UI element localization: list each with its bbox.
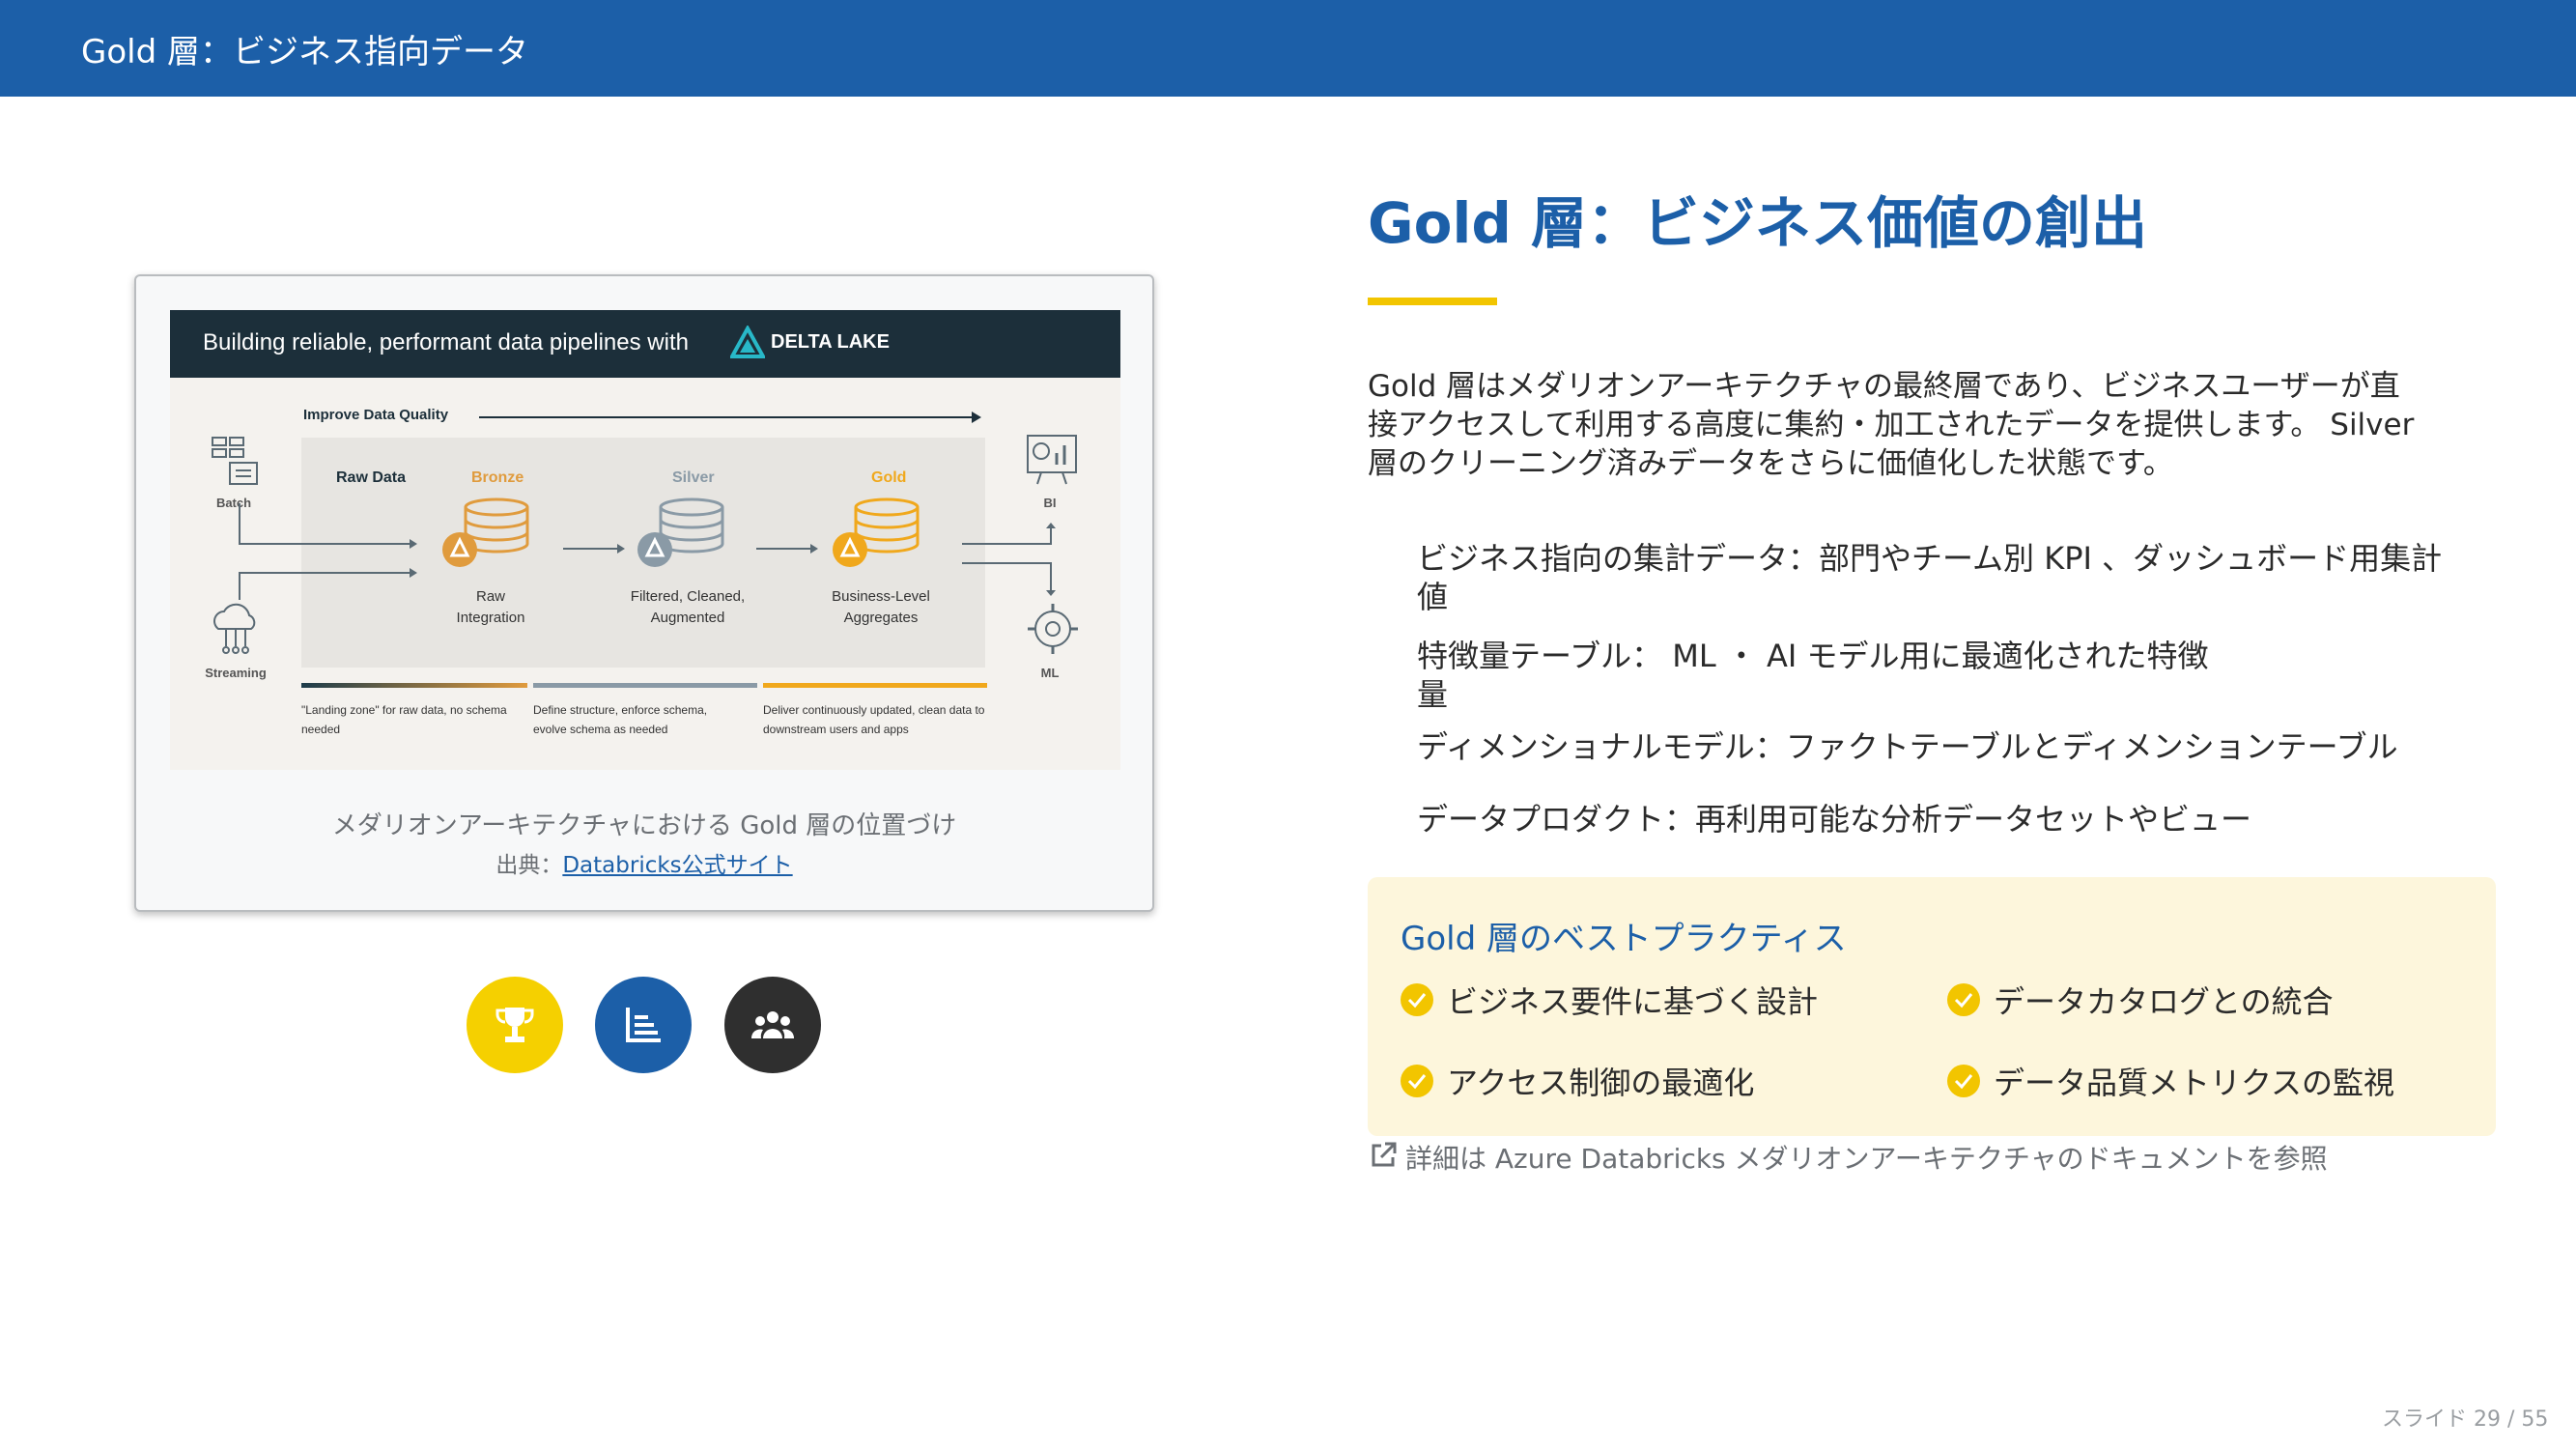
improve-arrow <box>479 412 981 423</box>
bronze-description: Raw Integration <box>456 588 525 626</box>
silver-description: Filtered, Cleaned, Augmented <box>630 588 746 626</box>
batch-icon <box>212 437 258 485</box>
checkmark-icon <box>1954 993 1973 1009</box>
bullet-data-product: データプロダクト：再利用可能な分析データセットやビュー <box>1417 800 2251 838</box>
bronze-note: "Landing zone" for raw data, no schema n… <box>301 703 507 736</box>
main-title: Gold 層：ビジネス価値の創出 <box>1368 190 2148 256</box>
bi-dashboard-icon <box>1027 435 1077 485</box>
check-circle-icon <box>1947 1065 1980 1097</box>
practice-item: データ品質メトリクスの監視 <box>1994 1065 2395 1101</box>
checkmark-icon <box>1407 993 1427 1009</box>
intro-line: Gold 層はメダリオンアーキテクチャの最終層であり、ビジネスユーザーが直 <box>1368 369 2400 404</box>
bar-chart-icon <box>595 977 692 1073</box>
bronze-to-silver-arrow <box>563 544 625 554</box>
slide-number: スライド 29 / 55 <box>2382 1407 2549 1432</box>
best-practices-box: Gold 層のベストプラクティス ビジネス要件に基づく設計 データカタログとの統… <box>1368 877 2496 1136</box>
practice-item: データカタログとの統合 <box>1994 983 2334 1020</box>
gold-label: Gold <box>871 469 907 486</box>
diagram-banner-title: Building reliable, performant data pipel… <box>203 329 689 355</box>
checkmark-icon <box>1407 1074 1427 1090</box>
source-link[interactable]: Databricks公式サイト <box>562 853 792 878</box>
bronze-bar <box>301 683 527 688</box>
slide-header: Gold 層：ビジネス指向データ <box>0 0 2576 97</box>
trophy-glyph-icon <box>495 1008 534 1042</box>
bullet-line: ディメンショナルモデル：ファクトテーブルとディメンションテーブル <box>1417 728 2398 765</box>
practice-item: アクセス制御の最適化 <box>1447 1065 1755 1101</box>
figure-source: 出典：Databricks公式サイト <box>136 846 1152 879</box>
reference-link[interactable]: 詳細は Azure Databricks メダリオンアーキテクチャのドキュメント… <box>1405 1138 2328 1177</box>
silver-bar <box>533 683 757 688</box>
trophy-icon <box>467 977 563 1073</box>
checkmark-icon <box>1954 1074 1973 1090</box>
intro-line: 接アクセスして利用する高度に集約・加工されたデータを提供します。 Silver <box>1368 408 2415 442</box>
delta-lake-logo-icon <box>730 326 765 358</box>
silver-to-gold-arrow <box>756 544 818 554</box>
check-circle-icon <box>1401 983 1433 1016</box>
check-circle-icon <box>1947 983 1980 1016</box>
silver-label: Silver <box>672 469 715 486</box>
bronze-label: Bronze <box>471 469 524 486</box>
gold-database-icon <box>833 497 920 567</box>
raw-data-label: Raw Data <box>336 469 407 486</box>
users-glyph-icon <box>750 1011 795 1038</box>
bullet-feature-tables: 特徴量テーブル： ML ・ AI モデル用に最適化された特徴 量 <box>1417 637 2209 714</box>
delta-lake-brand: DELTA LAKE <box>771 331 890 353</box>
bullet-aggregated-data: ビジネス指向の集計データ：部門やチーム別 KPI 、ダッシュボード用集計 値 <box>1417 539 2442 616</box>
check-circle-icon <box>1401 1065 1433 1097</box>
external-link-icon[interactable] <box>1368 1140 1399 1171</box>
bronze-database-icon <box>442 497 529 567</box>
silver-note: Define structure, enforce schema, evolve… <box>533 703 708 736</box>
improve-quality-label: Improve Data Quality <box>303 407 449 423</box>
bullet-line: 量 <box>1417 676 1449 713</box>
practice-item: ビジネス要件に基づく設計 <box>1447 983 1819 1020</box>
intro-paragraph: Gold 層はメダリオンアーキテクチャの最終層であり、ビジネスユーザーが直 接ア… <box>1368 367 2488 483</box>
gold-description: Business-Level Aggregates <box>832 588 930 626</box>
intro-line: 層のクリーニング済みデータをさらに価値化した状態です。 <box>1368 446 2173 481</box>
bullet-line: 特徴量テーブル： ML ・ AI モデル用に最適化された特徴 <box>1417 638 2209 674</box>
ml-label: ML <box>1040 666 1060 680</box>
header-title: Gold 層：ビジネス指向データ <box>81 33 528 71</box>
best-practices-title: Gold 層のベストプラクティス <box>1401 920 1847 958</box>
silver-database-icon <box>637 497 724 567</box>
bullet-line: データプロダクト：再利用可能な分析データセットやビュー <box>1417 801 2252 838</box>
figure-card: Building reliable, performant data pipel… <box>134 274 1154 912</box>
bullet-line: ビジネス指向の集計データ：部門やチーム別 KPI 、ダッシュボード用集計 <box>1417 540 2443 577</box>
gold-bar <box>763 683 987 688</box>
bullet-line: 値 <box>1417 579 1449 615</box>
diagram-banner: Building reliable, performant data pipel… <box>170 310 1120 378</box>
figure-caption: メダリオンアーキテクチャにおける Gold 層の位置づけ <box>331 811 957 840</box>
bi-label: BI <box>1043 496 1057 510</box>
gold-note: Deliver continuously updated, clean data… <box>763 703 985 736</box>
bullet-dimensional-model: ディメンショナルモデル：ファクトテーブルとディメンションテーブル <box>1417 727 2398 766</box>
bar-chart-glyph-icon <box>626 1008 661 1042</box>
input-arrows <box>239 503 417 600</box>
medallion-diagram-image: Building reliable, performant data pipel… <box>170 310 1120 770</box>
source-prefix: 出典： <box>495 853 563 878</box>
streaming-label: Streaming <box>205 666 267 680</box>
ml-gear-icon <box>1028 604 1078 654</box>
users-icon <box>724 977 821 1073</box>
title-underline <box>1368 298 1497 305</box>
